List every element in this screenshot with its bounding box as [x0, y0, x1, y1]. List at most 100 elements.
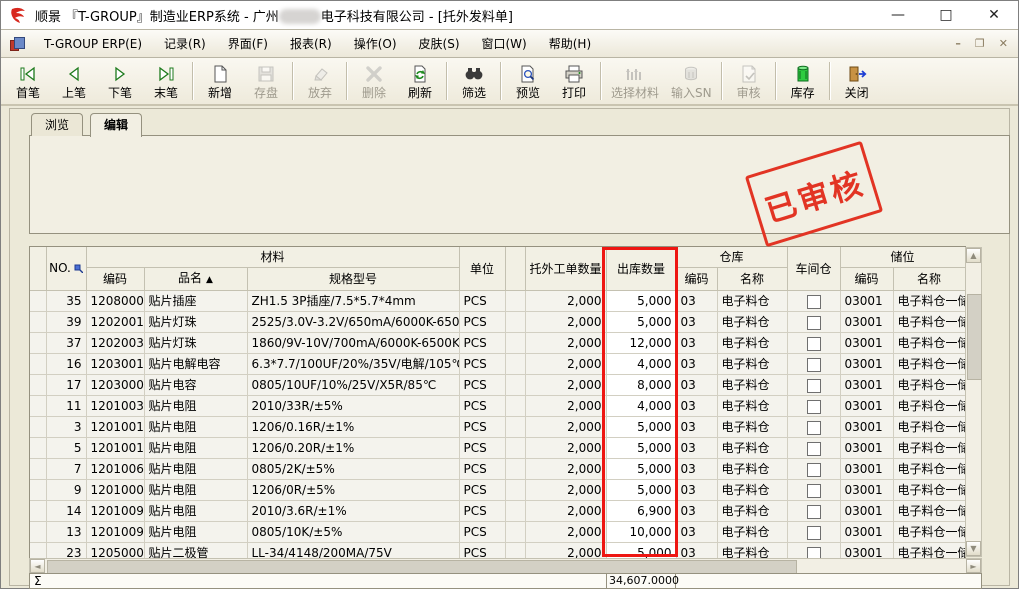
material-code-header[interactable]: 编码	[86, 268, 144, 291]
table-row[interactable]: 3512080003贴片插座ZH1.5 3P插座/7.5*5.7*4mmPCS2…	[30, 291, 965, 312]
table-row[interactable]: 2312050006贴片二极管LL-34/4148/200MA/75VPCS2,…	[30, 543, 965, 560]
toolbar-button-预览[interactable]: 预览	[505, 58, 551, 104]
cell-location-code[interactable]: 03001	[840, 480, 893, 501]
cell-workshop-checkbox[interactable]	[787, 291, 840, 312]
cell-spec[interactable]: 6.3*7.7/100UF/20%/35V/电解/105℃	[247, 354, 459, 375]
toolbar-button-首笔[interactable]: 首笔	[5, 58, 51, 104]
cell-order-qty[interactable]: 2,000	[525, 522, 606, 543]
cell-no[interactable]: 35	[46, 291, 86, 312]
cell-location-name[interactable]: 电子料仓一储	[893, 522, 965, 543]
cell-order-qty[interactable]: 2,000	[525, 312, 606, 333]
cell-warehouse-name[interactable]: 电子料仓	[717, 501, 787, 522]
cell-material-code[interactable]: 12030010	[86, 354, 144, 375]
grid-vertical-scrollbar[interactable]: ▲ ▼	[965, 247, 982, 557]
cell-unit[interactable]: PCS	[459, 543, 505, 560]
cell-spec[interactable]: 2010/3.6R/±1%	[247, 501, 459, 522]
cell-out-qty[interactable]: 5,000	[606, 291, 676, 312]
cell-out-qty[interactable]: 6,900	[606, 501, 676, 522]
cell-no[interactable]: 9	[46, 480, 86, 501]
cell-unit[interactable]: PCS	[459, 312, 505, 333]
cell-no[interactable]: 3	[46, 417, 86, 438]
cell-spec[interactable]: 0805/2K/±5%	[247, 459, 459, 480]
cell-material-code[interactable]: 12080003	[86, 291, 144, 312]
cell-order-qty[interactable]: 2,000	[525, 396, 606, 417]
cell-warehouse-code[interactable]: 03	[676, 396, 717, 417]
no-column-header[interactable]: NO.	[46, 247, 86, 291]
cell-warehouse-code[interactable]: 03	[676, 459, 717, 480]
cell-spec[interactable]: 2010/33R/±5%	[247, 396, 459, 417]
checkbox-unchecked-icon[interactable]	[807, 484, 821, 498]
cell-warehouse-name[interactable]: 电子料仓	[717, 291, 787, 312]
cell-location-code[interactable]: 03001	[840, 459, 893, 480]
cell-location-name[interactable]: 电子料仓一储	[893, 354, 965, 375]
cell-location-code[interactable]: 03001	[840, 354, 893, 375]
cell-no[interactable]: 14	[46, 501, 86, 522]
cell-unit[interactable]: PCS	[459, 291, 505, 312]
cell-workshop-checkbox[interactable]	[787, 522, 840, 543]
cell-location-name[interactable]: 电子料仓一储	[893, 543, 965, 560]
cell-warehouse-code[interactable]: 03	[676, 501, 717, 522]
cell-material-name[interactable]: 贴片电解电容	[144, 354, 247, 375]
cell-material-name[interactable]: 贴片电阻	[144, 501, 247, 522]
cell-location-name[interactable]: 电子料仓一储	[893, 375, 965, 396]
mdi-minimize-button[interactable]: –	[955, 37, 961, 50]
tab-browse[interactable]: 浏览	[31, 113, 83, 136]
cell-workshop-checkbox[interactable]	[787, 417, 840, 438]
cell-material-code[interactable]: 12050006	[86, 543, 144, 560]
menu-item-4[interactable]: 操作(O)	[343, 34, 408, 54]
cell-unit[interactable]: PCS	[459, 396, 505, 417]
table-row[interactable]: 312010010贴片电阻1206/0.16R/±1%PCS2,0005,000…	[30, 417, 965, 438]
cell-material-code[interactable]: 12030004	[86, 375, 144, 396]
cell-location-code[interactable]: 03001	[840, 522, 893, 543]
cell-warehouse-name[interactable]: 电子料仓	[717, 480, 787, 501]
toolbar-button-末笔[interactable]: 末笔	[143, 58, 189, 104]
location-group-header[interactable]: 储位	[840, 247, 965, 268]
scroll-left-icon[interactable]: ◄	[30, 559, 45, 573]
table-row[interactable]: 912010001贴片电阻1206/0R/±5%PCS2,0005,00003电…	[30, 480, 965, 501]
cell-unit[interactable]: PCS	[459, 522, 505, 543]
cell-warehouse-name[interactable]: 电子料仓	[717, 333, 787, 354]
cell-material-code[interactable]: 12010012	[86, 438, 144, 459]
cell-workshop-checkbox[interactable]	[787, 459, 840, 480]
order-qty-column-header[interactable]: 托外工单数量	[525, 247, 606, 291]
cell-out-qty[interactable]: 5,000	[606, 480, 676, 501]
cell-out-qty[interactable]: 4,000	[606, 396, 676, 417]
cell-unit[interactable]: PCS	[459, 375, 505, 396]
menu-item-3[interactable]: 报表(R)	[279, 34, 343, 54]
cell-material-name[interactable]: 贴片电阻	[144, 438, 247, 459]
cell-unit[interactable]: PCS	[459, 480, 505, 501]
toolbar-button-新增[interactable]: 新增	[197, 58, 243, 104]
cell-material-name[interactable]: 贴片电阻	[144, 417, 247, 438]
cell-location-code[interactable]: 03001	[840, 396, 893, 417]
cell-workshop-checkbox[interactable]	[787, 396, 840, 417]
cell-out-qty[interactable]: 5,000	[606, 543, 676, 560]
cell-no[interactable]: 16	[46, 354, 86, 375]
maximize-button[interactable]: □	[922, 1, 970, 29]
cell-location-name[interactable]: 电子料仓一储	[893, 459, 965, 480]
cell-no[interactable]: 11	[46, 396, 86, 417]
cell-out-qty[interactable]: 5,000	[606, 312, 676, 333]
cell-order-qty[interactable]: 2,000	[525, 543, 606, 560]
cell-warehouse-name[interactable]: 电子料仓	[717, 522, 787, 543]
unit-column-header[interactable]: 单位	[459, 247, 505, 291]
menu-item-7[interactable]: 帮助(H)	[538, 34, 602, 54]
checkbox-unchecked-icon[interactable]	[807, 505, 821, 519]
cell-workshop-checkbox[interactable]	[787, 333, 840, 354]
cell-location-name[interactable]: 电子料仓一储	[893, 438, 965, 459]
cell-spec[interactable]: 1206/0R/±5%	[247, 480, 459, 501]
cell-material-code[interactable]: 12020016	[86, 312, 144, 333]
toolbar-button-刷新[interactable]: 刷新	[397, 58, 443, 104]
cell-warehouse-name[interactable]: 电子料仓	[717, 417, 787, 438]
cell-material-code[interactable]: 12010036	[86, 396, 144, 417]
cell-material-name[interactable]: 贴片电阻	[144, 459, 247, 480]
table-row[interactable]: 1612030010贴片电解电容6.3*7.7/100UF/20%/35V/电解…	[30, 354, 965, 375]
warehouse-code-header[interactable]: 编码	[676, 268, 717, 291]
cell-material-code[interactable]: 12010010	[86, 417, 144, 438]
cell-order-qty[interactable]: 2,000	[525, 375, 606, 396]
scroll-right-icon[interactable]: ►	[966, 559, 981, 573]
cell-workshop-checkbox[interactable]	[787, 375, 840, 396]
cell-warehouse-name[interactable]: 电子料仓	[717, 459, 787, 480]
cell-spec[interactable]: 1860/9V-10V/700mA/6000K-6500K/...	[247, 333, 459, 354]
out-qty-column-header[interactable]: 出库数量	[606, 247, 676, 291]
scroll-down-icon[interactable]: ▼	[966, 541, 981, 556]
